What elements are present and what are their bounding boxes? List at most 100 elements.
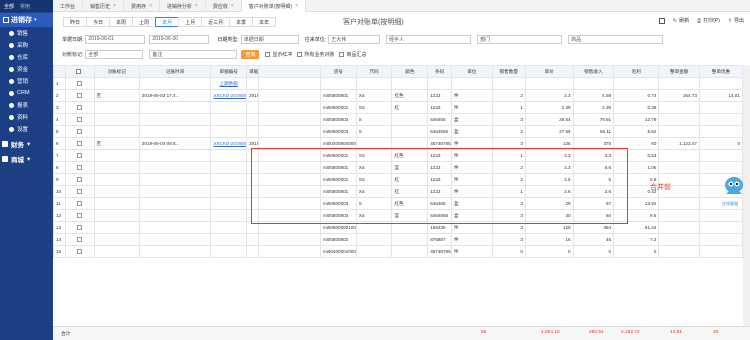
refresh-button[interactable]: ↻ 刷新 bbox=[673, 17, 689, 25]
goods-summary-checkbox[interactable]: 商品汇总 bbox=[339, 51, 366, 58]
customer-service-mascot-icon[interactable] bbox=[722, 172, 746, 202]
date-yesterday-button[interactable]: 昨日 bbox=[63, 17, 88, 27]
checkbox-icon[interactable] bbox=[77, 188, 83, 194]
sidebar-group-mall[interactable]: 商城 ▾ bbox=[0, 152, 53, 165]
checkbox-icon[interactable] bbox=[77, 140, 83, 146]
table-row[interactable]: 8 mi00500001 XS 蓝 1233 件 2 3.3 6.6 1.06 bbox=[53, 161, 744, 174]
cell-doc-number[interactable]: XSCKD-20190603-001 bbox=[210, 89, 248, 102]
cell-doc-number[interactable]: XSCKD-20190604-001 bbox=[210, 137, 248, 150]
table-row[interactable]: 4 mi00500003 S 546465 盒 3 26.64 79.91 12.79 bbox=[53, 113, 744, 126]
table-row[interactable]: 5 mi00500003 S 5464655 盒 2 27.56 55.11 8.82 bbox=[53, 125, 744, 138]
table-row[interactable]: 9 mi00500001 XS 红 1233 件 2 2.5 5 0.8 bbox=[53, 173, 744, 186]
sidebar-tab-common[interactable]: 常用 bbox=[20, 3, 30, 10]
close-icon[interactable]: × bbox=[295, 3, 298, 9]
date-this-quarter-button[interactable]: 本季 bbox=[229, 17, 254, 27]
cell-order-discount bbox=[698, 125, 744, 138]
checkbox-icon[interactable] bbox=[77, 92, 83, 98]
date-today-button[interactable]: 今日 bbox=[86, 17, 111, 27]
mark-select[interactable]: 全部 bbox=[85, 49, 144, 59]
close-icon[interactable]: × bbox=[195, 3, 198, 9]
cell-row-number: 6 bbox=[53, 137, 66, 150]
sidebar-module-head[interactable]: 进销存 ▾ bbox=[0, 13, 53, 27]
sidebar-top-tabs: 全部 常用 bbox=[0, 0, 53, 12]
department-input[interactable]: 部门 bbox=[477, 34, 563, 44]
cell-order-amount bbox=[658, 101, 700, 114]
table-row[interactable]: 1 上期余额 bbox=[53, 77, 744, 90]
table-row[interactable]: 3 mi00500001 XS 红 1233 件 1 2.39 2.39 0.38 bbox=[53, 101, 744, 114]
query-button[interactable]: 查询 bbox=[241, 49, 260, 59]
cell-sku: mi00500001 bbox=[319, 89, 357, 102]
table-row[interactable]: 14 mi00500002 876887 件 3 15 45 7.2 bbox=[53, 233, 744, 246]
table-row[interactable]: 10 mi00500001 XS 红 1233 件 1 2.6 2.6 0.42 bbox=[53, 185, 744, 198]
date-last-three-months-button[interactable]: 近三月 bbox=[201, 17, 231, 27]
goods-input[interactable]: 商品 bbox=[568, 34, 664, 44]
close-icon[interactable]: × bbox=[113, 3, 116, 9]
cell-doc-number bbox=[210, 149, 248, 162]
row-checkbox bbox=[64, 161, 95, 174]
sidebar-item-data[interactable]: 资料 bbox=[0, 111, 53, 123]
sidebar-item-settings[interactable]: 设置 bbox=[0, 123, 53, 135]
checkbox-icon[interactable] bbox=[77, 248, 83, 254]
sidebar-item-funds[interactable]: 资金 bbox=[0, 63, 53, 75]
tab-workbench[interactable]: 工作台 bbox=[53, 0, 84, 12]
sidebar-item-reports[interactable]: 报表 bbox=[0, 99, 53, 111]
cell-gross-profit: 12.79 bbox=[613, 113, 660, 126]
checkbox-icon[interactable] bbox=[77, 212, 83, 218]
layout-button[interactable] bbox=[658, 17, 665, 24]
checkbox-icon[interactable] bbox=[77, 176, 83, 182]
table-row[interactable]: 11 mi00500003 S 红色 546465 盒 3 29 87 13.92 bbox=[53, 197, 744, 210]
date-this-month-button[interactable]: 本月 bbox=[155, 17, 180, 27]
sidebar-item-marketing[interactable]: 营销 bbox=[0, 75, 53, 87]
checkbox-icon[interactable] bbox=[76, 68, 82, 74]
tab-sales-history[interactable]: 销售历史 × bbox=[83, 0, 124, 12]
sidebar-item-crm[interactable]: CRM bbox=[0, 87, 53, 99]
date-last-month-button[interactable]: 上月 bbox=[178, 17, 203, 27]
show-red-checkbox[interactable]: 显示红冲 bbox=[265, 51, 292, 58]
cell-size bbox=[355, 233, 393, 246]
print-button[interactable]: ⎙ 打印(P) bbox=[697, 17, 720, 25]
checkbox-icon[interactable] bbox=[77, 200, 83, 206]
tab-expense[interactable]: 费用存 × bbox=[124, 0, 160, 12]
date-this-week-button[interactable]: 本周 bbox=[109, 17, 134, 27]
checkbox-icon[interactable] bbox=[77, 104, 83, 110]
checkbox-icon[interactable] bbox=[77, 128, 83, 134]
table-row[interactable]: 13 mi00500000100004 156235件312838461.44 bbox=[53, 221, 744, 234]
tab-inventory-analysis[interactable]: 进销存分析 × bbox=[160, 0, 206, 12]
note-input[interactable]: 备注 bbox=[149, 49, 238, 59]
cell-sales-income: 60 bbox=[572, 209, 615, 222]
close-icon[interactable]: × bbox=[149, 3, 152, 9]
checkbox-icon[interactable] bbox=[77, 80, 83, 86]
cell-order-amount bbox=[658, 197, 700, 210]
tab-customer-statement[interactable]: 客户对账单(按明细) × bbox=[241, 0, 307, 12]
table-row[interactable]: 2否2019-06-03 17:4...XSCKD-20190603-00120… bbox=[53, 89, 744, 102]
table-row[interactable]: 7 mi00500001 XS 红色 1233 件 1 3.3 3.3 0.53 bbox=[53, 149, 744, 162]
header-order-discount: 整单优惠 bbox=[698, 65, 744, 78]
date-this-year-button[interactable]: 本年 bbox=[252, 17, 277, 27]
checkbox-icon[interactable] bbox=[77, 116, 83, 122]
checkbox-icon[interactable] bbox=[77, 224, 83, 230]
sidebar-item-warehouse[interactable]: 仓库 bbox=[0, 51, 53, 63]
date-type-select[interactable]: 单据日期 bbox=[240, 34, 299, 44]
tab-receivable[interactable]: 费应收 × bbox=[206, 0, 242, 12]
checkbox-icon[interactable] bbox=[77, 152, 83, 158]
table-row[interactable]: 6 否2019-06-04 09:5...XSCKD-20190604-00120… bbox=[53, 137, 744, 150]
table-row[interactable]: 15mi00400004000094574878544件0000 bbox=[53, 245, 744, 258]
sidebar-group-finance[interactable]: 财务 ▾ bbox=[0, 137, 53, 150]
sidebar-item-purchase[interactable]: 采购 bbox=[0, 39, 53, 51]
checkbox-icon[interactable] bbox=[77, 164, 83, 170]
cell-sales-income: 4.59 bbox=[572, 89, 615, 102]
close-icon[interactable]: × bbox=[231, 3, 234, 9]
date-to-input[interactable]: 2019-06-30 bbox=[149, 34, 210, 44]
date-from-input[interactable]: 2019-06-01 bbox=[85, 34, 146, 44]
sidebar-tab-all[interactable]: 全部 bbox=[4, 3, 14, 10]
date-last-week-button[interactable]: 上周 bbox=[132, 17, 157, 27]
checkbox-icon[interactable] bbox=[77, 236, 83, 242]
export-button[interactable]: ⇪ 导出 bbox=[728, 17, 744, 25]
all-business-checkbox[interactable]: 所有业务对账 bbox=[297, 51, 334, 58]
table-row[interactable]: 12 mi00500003 XS 蓝 5464655 盒 3 30 60 9.6 bbox=[53, 209, 744, 222]
handler-input[interactable]: 经手人 bbox=[386, 34, 472, 44]
customer-input[interactable]: 王大伟 bbox=[328, 34, 381, 44]
cell-record-time bbox=[138, 125, 212, 138]
sidebar-item-sales[interactable]: 销售 bbox=[0, 27, 53, 39]
cell-gap bbox=[257, 245, 321, 258]
